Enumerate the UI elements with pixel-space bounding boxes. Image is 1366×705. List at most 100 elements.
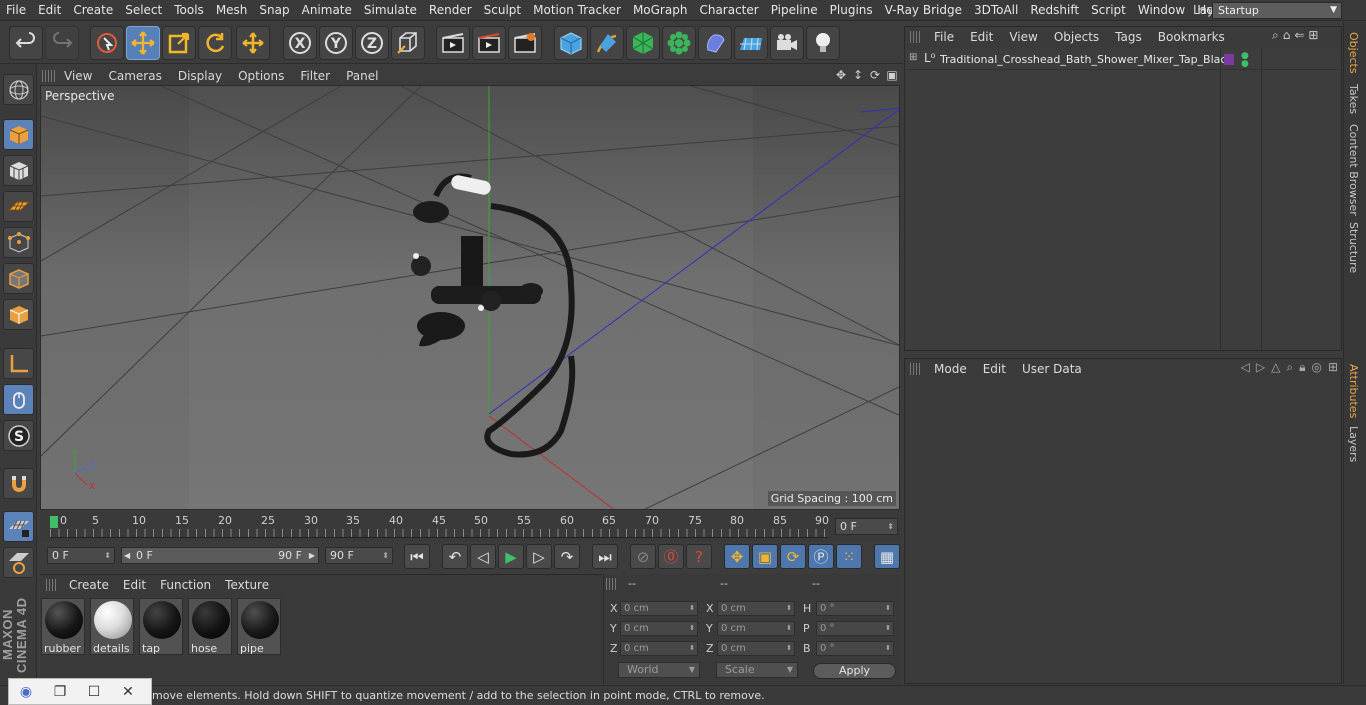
material-swatch-pipe[interactable]: pipe (237, 598, 281, 655)
menu-select[interactable]: Select (119, 0, 168, 21)
material-swatch-tap[interactable]: tap (139, 598, 183, 655)
axis-mode-button[interactable] (3, 348, 34, 379)
render-picture-viewer-button[interactable] (472, 26, 506, 60)
viewport-menu-panel[interactable]: Panel (338, 69, 386, 83)
back-arrow-icon[interactable]: ◁ (1241, 360, 1250, 376)
mograph-cloner-button[interactable] (662, 26, 696, 60)
y-axis-lock-button[interactable]: Y (319, 26, 353, 60)
menu-window[interactable]: Window (1132, 0, 1191, 21)
subdivision-button[interactable] (626, 26, 660, 60)
timeline-window-button[interactable]: ▦ (874, 544, 900, 569)
om-menu-edit[interactable]: Edit (962, 30, 1001, 44)
target-icon[interactable]: ◎ (1311, 360, 1321, 376)
model-mode-button[interactable] (3, 119, 34, 150)
rotate-tool-button[interactable] (198, 26, 232, 60)
camera-button[interactable] (770, 26, 804, 60)
viewport-menu-display[interactable]: Display (170, 69, 230, 83)
make-editable-button[interactable] (3, 74, 34, 105)
new-panel-icon[interactable]: ⊞ (1328, 360, 1338, 376)
next-frame-button[interactable]: ▷ (526, 544, 552, 569)
new-panel-icon[interactable]: ⊞ (1308, 28, 1318, 44)
menu-mograph[interactable]: MoGraph (627, 0, 694, 21)
timeline-ruler[interactable]: 0 5 10 15 20 25 30 35 40 45 50 55 60 65 … (50, 514, 829, 538)
tab-attributes[interactable]: Attributes (1347, 364, 1360, 418)
om-menu-objects[interactable]: Objects (1046, 30, 1107, 44)
viewport-menu-options[interactable]: Options (230, 69, 292, 83)
size-z-field[interactable]: 0 cm ⬍ (717, 641, 795, 656)
render-settings-button[interactable] (508, 26, 542, 60)
viewport-menu-cameras[interactable]: Cameras (100, 69, 169, 83)
viewport-camera-label[interactable]: Perspective (45, 89, 115, 103)
z-axis-lock-button[interactable]: Z (355, 26, 389, 60)
autokey-button[interactable]: ? (686, 544, 712, 569)
key-pla-button[interactable]: ⁙ (836, 544, 862, 569)
material-menu-function[interactable]: Function (153, 578, 218, 592)
pos-y-field[interactable]: 0 cm ⬍ (620, 621, 698, 636)
tab-content-browser[interactable]: Content Browser (1347, 124, 1360, 216)
menu-animate[interactable]: Animate (296, 0, 358, 21)
back-icon[interactable]: ⇐ (1294, 28, 1304, 44)
deformer-button[interactable] (698, 26, 732, 60)
workplane-lock-button[interactable] (3, 511, 34, 542)
rot-h-field[interactable]: 0 ° ⬍ (816, 601, 894, 616)
solo-mode-button[interactable]: S (3, 420, 34, 451)
material-swatch-details[interactable]: details (90, 598, 134, 655)
previous-key-button[interactable]: ↶ (442, 544, 468, 569)
viewport-menu-view[interactable]: View (56, 69, 100, 83)
current-frame-field[interactable]: 0 F ⬍ (835, 518, 898, 535)
material-menu-texture[interactable]: Texture (218, 578, 276, 592)
workplane-mode-button[interactable] (3, 191, 34, 222)
maximize-view-icon[interactable]: ▣ (885, 68, 899, 82)
minimized-window-strip[interactable]: ◉ ❐ ☐ ✕ (8, 678, 152, 705)
material-menu-edit[interactable]: Edit (116, 578, 153, 592)
move-tool-button[interactable] (126, 26, 160, 60)
recent-tool-button[interactable] (236, 26, 270, 60)
tab-structure[interactable]: Structure (1347, 222, 1360, 273)
autokey-off-button[interactable]: ⊘ (630, 544, 656, 569)
cube-primitive-button[interactable] (554, 26, 588, 60)
size-y-field[interactable]: 0 cm ⬍ (717, 621, 795, 636)
start-frame-field[interactable]: 0 F ⬍ (47, 547, 115, 564)
viewport-menu-filter[interactable]: Filter (292, 69, 338, 83)
previous-frame-button[interactable]: ◁ (470, 544, 496, 569)
menu-plugins[interactable]: Plugins (824, 0, 879, 21)
menu-simulate[interactable]: Simulate (358, 0, 423, 21)
menu-character[interactable]: Character (693, 0, 764, 21)
am-menu-edit[interactable]: Edit (975, 362, 1014, 376)
frame-range-slider[interactable]: ◀ 0 F 90 F ▶ (121, 547, 319, 564)
texture-mode-button[interactable] (3, 155, 34, 186)
om-menu-view[interactable]: View (1001, 30, 1045, 44)
apply-button[interactable]: Apply (813, 663, 896, 679)
key-rotation-button[interactable]: ⟳ (780, 544, 806, 569)
am-menu-user-data[interactable]: User Data (1014, 362, 1090, 376)
record-key-button[interactable]: ⓪ (658, 544, 684, 569)
pen-spline-button[interactable] (590, 26, 624, 60)
scale-tool-button[interactable] (162, 26, 196, 60)
layout-dropdown[interactable]: Startup ▼ (1212, 2, 1342, 19)
coordinate-system-button[interactable] (391, 26, 425, 60)
restore-icon[interactable]: ❐ (43, 684, 77, 700)
menu-vray-bridge[interactable]: V-Ray Bridge (879, 0, 968, 21)
expand-icon[interactable]: ⊞ (909, 52, 917, 63)
search-icon[interactable]: ⌕ (1272, 28, 1279, 44)
menu-snap[interactable]: Snap (253, 0, 295, 21)
locked-workplane-button[interactable] (3, 547, 34, 578)
current-frame-marker[interactable] (50, 516, 58, 528)
tab-takes[interactable]: Takes (1347, 84, 1360, 114)
tab-objects[interactable]: Objects (1347, 32, 1360, 74)
menu-tools[interactable]: Tools (168, 0, 210, 21)
material-swatch-hose[interactable]: hose (188, 598, 232, 655)
rotate-view-icon[interactable]: ⟳ (868, 68, 882, 82)
pos-z-field[interactable]: 0 cm ⬍ (620, 641, 698, 656)
key-position-button[interactable]: ✥ (724, 544, 750, 569)
forward-arrow-icon[interactable]: ▷ (1256, 360, 1265, 376)
key-scale-button[interactable]: ▣ (752, 544, 778, 569)
material-menu-create[interactable]: Create (62, 578, 116, 592)
edges-mode-button[interactable] (3, 263, 34, 294)
up-arrow-icon[interactable]: △ (1271, 360, 1280, 376)
menu-motion-tracker[interactable]: Motion Tracker (527, 0, 627, 21)
pan-view-icon[interactable]: ✥ (834, 68, 848, 82)
live-selection-button[interactable] (90, 26, 124, 60)
menu-pipeline[interactable]: Pipeline (765, 0, 824, 21)
menu-render[interactable]: Render (423, 0, 478, 21)
